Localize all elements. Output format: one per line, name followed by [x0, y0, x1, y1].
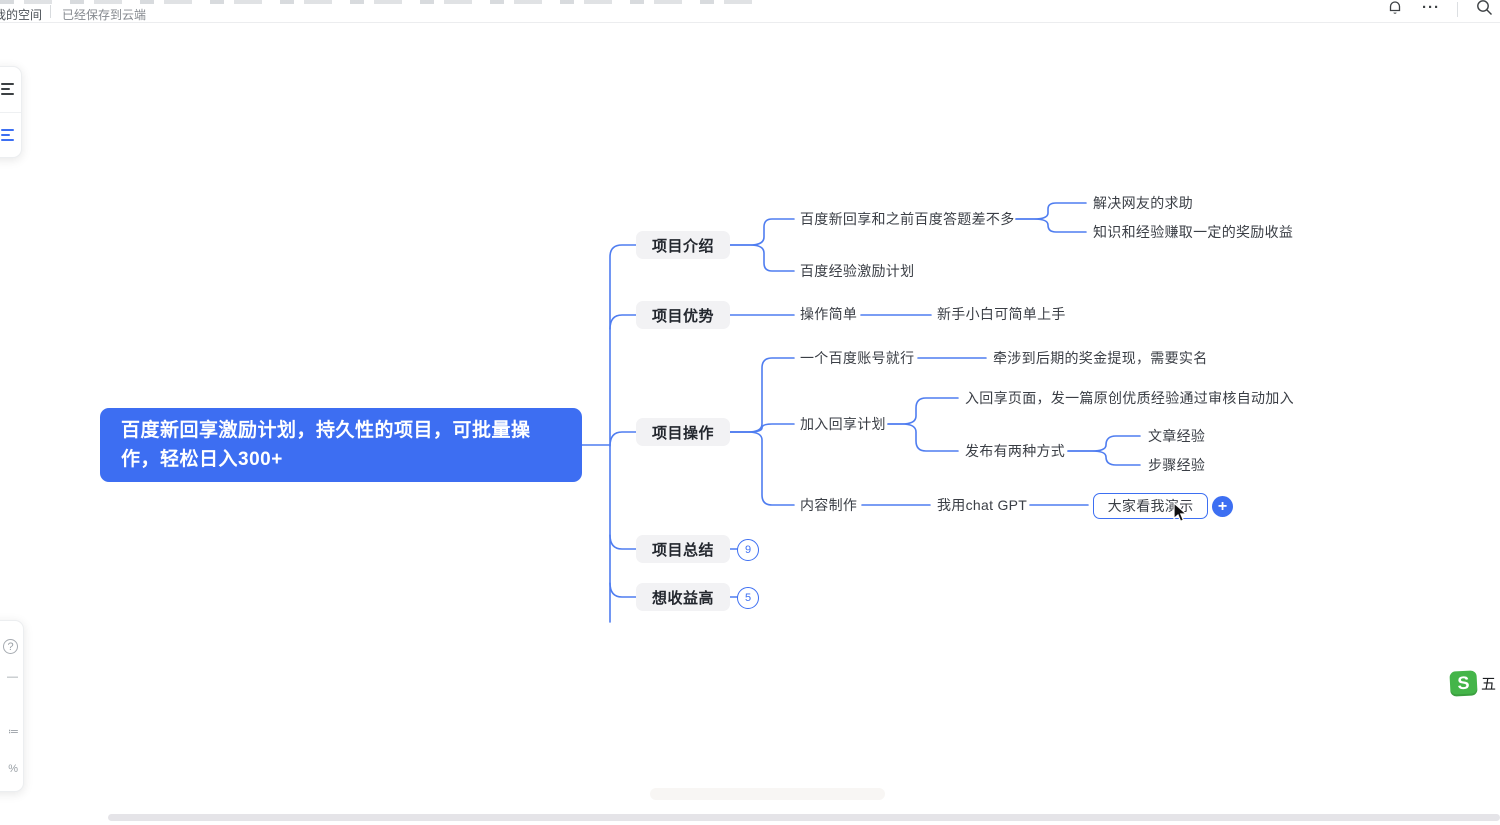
- node-project-intro[interactable]: 项目介绍: [636, 231, 730, 259]
- watermark-logo-icon: S: [1449, 670, 1477, 696]
- outline-tool-panel: [0, 66, 22, 158]
- node-text[interactable]: 操作简单: [800, 304, 857, 324]
- my-space-link[interactable]: 我的空间: [0, 6, 42, 23]
- node-text[interactable]: 知识和经验赚取一定的奖励收益: [1093, 222, 1293, 242]
- collapsed-count-badge[interactable]: 5: [737, 587, 759, 609]
- add-child-button[interactable]: +: [1212, 496, 1233, 517]
- zoom-percent-label: %: [8, 763, 18, 775]
- zoom-control-panel: ? — ≔ %: [0, 620, 24, 792]
- root-node[interactable]: 百度新回享激励计划，持久性的项目，可批量操作，轻松日入300+: [100, 408, 582, 482]
- top-bar: 我的空间 已经保存到云端 ···: [0, 0, 1500, 23]
- node-text[interactable]: 百度新回享和之前百度答题差不多: [800, 209, 1015, 229]
- watermark-text: 五: [1481, 673, 1496, 694]
- list-icon[interactable]: ≔: [8, 725, 18, 738]
- search-icon[interactable]: [1474, 0, 1494, 17]
- outline-dark-icon: [1, 83, 14, 95]
- outline-blue-icon: [1, 129, 14, 141]
- node-text[interactable]: 加入回享计划: [800, 414, 886, 434]
- selected-node[interactable]: 大家看我演示: [1093, 493, 1208, 519]
- horizontal-scrollbar[interactable]: [108, 814, 1500, 821]
- node-text[interactable]: 文章经验: [1148, 426, 1205, 446]
- node-text[interactable]: 入回享页面，发一篇原创优质经验通过审核自动加入: [965, 388, 1294, 408]
- node-text[interactable]: 步骤经验: [1148, 455, 1205, 475]
- help-icon[interactable]: ?: [3, 639, 18, 654]
- mouse-cursor: [1172, 502, 1189, 529]
- bell-icon[interactable]: [1385, 0, 1405, 17]
- node-text[interactable]: 内容制作: [800, 495, 857, 515]
- canvas-smudge: [650, 788, 885, 800]
- node-text[interactable]: 我用chat GPT: [937, 495, 1027, 515]
- outline-blue-button[interactable]: [0, 112, 21, 158]
- node-text[interactable]: 一个百度账号就行: [800, 348, 914, 368]
- node-project-advantage[interactable]: 项目优势: [636, 301, 730, 329]
- watermark: S 五: [1450, 671, 1496, 696]
- node-text[interactable]: 解决网友的求助: [1093, 193, 1193, 213]
- node-text[interactable]: 发布有两种方式: [965, 441, 1065, 461]
- outline-dark-button[interactable]: [0, 67, 21, 112]
- topbar-divider: [50, 5, 51, 18]
- node-text[interactable]: 新手小白可简单上手: [937, 304, 1066, 324]
- node-text[interactable]: 牵涉到后期的奖金提现，需要实名: [993, 348, 1208, 368]
- collapsed-count-badge[interactable]: 9: [737, 539, 759, 561]
- node-project-summary[interactable]: 项目总结: [636, 535, 730, 563]
- topbar-icon-divider: [1457, 2, 1458, 17]
- node-project-operation[interactable]: 项目操作: [636, 418, 730, 446]
- more-icon[interactable]: ···: [1421, 0, 1441, 17]
- zoom-out-icon[interactable]: —: [7, 671, 18, 683]
- node-high-income[interactable]: 想收益高: [636, 583, 730, 611]
- clipped-text-row: [0, 0, 760, 4]
- node-text[interactable]: 百度经验激励计划: [800, 261, 914, 281]
- saved-status: 已经保存到云端: [62, 6, 146, 23]
